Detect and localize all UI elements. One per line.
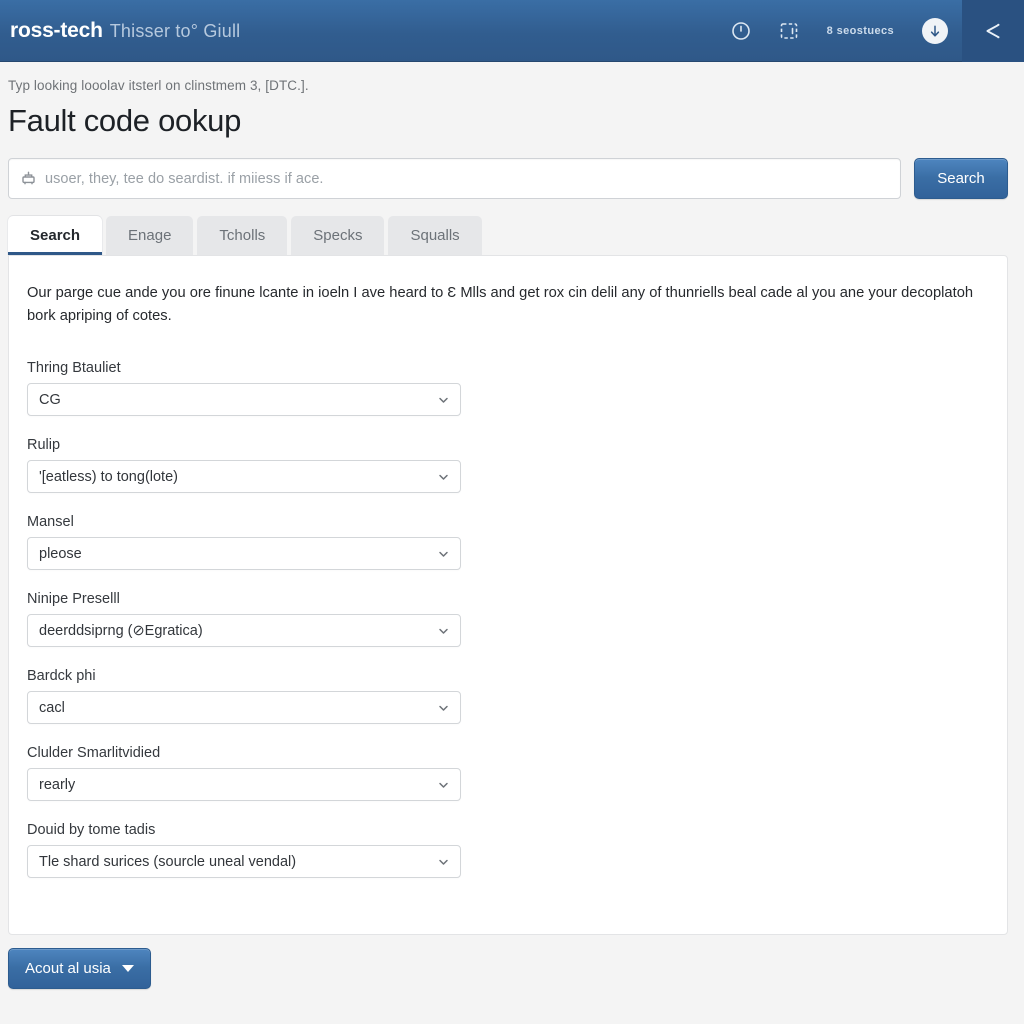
select-thring-btauliet[interactable]: CG (27, 383, 461, 417)
search-placeholder-text: usoer, they, tee do seardist. if miiess … (45, 170, 324, 187)
select-mansel[interactable]: pleose (27, 537, 461, 571)
share-icon (982, 20, 1004, 42)
tab-squalls[interactable]: Squalls (388, 216, 482, 255)
add-circle-icon (922, 18, 948, 44)
field-label: Mansel (27, 514, 74, 531)
select-bardck-phi[interactable]: cacl (27, 691, 461, 725)
search-row: usoer, they, tee do seardist. if miiess … (8, 158, 1008, 199)
session-counter[interactable]: 8 seostuecs (813, 0, 908, 62)
tab-tcholls[interactable]: Tcholls (197, 216, 288, 255)
chevron-down-icon (437, 470, 450, 483)
top-navigation-bar: ross-tech Thisser to° Giull 8 seostuecs (0, 0, 1024, 62)
topbar-tools: 8 seostuecs (717, 0, 1024, 62)
add-button[interactable] (908, 0, 962, 62)
select-value: '[eatless) to tong(lote) (39, 468, 178, 485)
intro-paragraph: Our parge cue ande you ore finune lcante… (27, 285, 974, 325)
tab-enage[interactable]: Enage (106, 216, 194, 255)
field-label: Bardck phi (27, 668, 96, 685)
field-group-bardck-phi: Bardck phi cacl (27, 668, 983, 725)
field-group-douid-by-tome-tadis: Douid by tome tadis Tle shard surices (s… (27, 822, 983, 879)
select-value: rearly (39, 776, 76, 793)
breadcrumb: Typ looking looolav itsterl on clinstmem… (8, 78, 309, 93)
clock-button[interactable] (717, 0, 765, 62)
select-value: CG (39, 391, 61, 408)
chevron-down-icon (437, 701, 450, 714)
select-douid-by-tome-tadis[interactable]: Tle shard surices (sourcle uneal vendal) (27, 845, 461, 879)
brand-subtitle: Thisser to° Giull (109, 21, 241, 41)
share-button[interactable] (962, 0, 1024, 62)
select-ninipe-preselll[interactable]: deerddsiprng (⊘Egratica) (27, 614, 461, 648)
chevron-down-icon (437, 624, 450, 637)
field-label: Ninipe Preselll (27, 591, 120, 608)
chevron-down-icon (437, 547, 450, 560)
chevron-down-icon (437, 393, 450, 406)
field-group-rulip: Rulip '[eatless) to tong(lote) (27, 437, 983, 494)
field-group-ninipe-preselll: Ninipe Preselll deerddsiprng (⊘Egratica) (27, 591, 983, 648)
search-input[interactable]: usoer, they, tee do seardist. if miiess … (8, 158, 901, 199)
field-label: Douid by tome tadis (27, 822, 156, 839)
clock-icon (731, 21, 751, 41)
field-group-mansel: Mansel pleose (27, 514, 983, 571)
search-button[interactable]: Search (914, 158, 1008, 199)
select-clulder-smarlitvidied[interactable]: rearly (27, 768, 461, 802)
brand-name: ross-tech (10, 19, 103, 42)
footer-area: Acout al usia (8, 948, 1024, 989)
session-counter-label: 8 seostuecs (826, 25, 894, 37)
account-action-label: Acout al usia (25, 960, 111, 977)
tab-bar: Search Enage Tcholls Specks Squalls (8, 216, 1024, 255)
select-value: pleose (39, 545, 82, 562)
page-title: Fault code ookup (8, 103, 242, 138)
field-label: Clulder Smarlitvidied (27, 745, 161, 762)
tab-search[interactable]: Search (8, 216, 103, 255)
field-group-thring-btauliet: Thring Btauliet CG (27, 360, 983, 417)
chevron-down-icon (437, 778, 450, 791)
select-value: cacl (39, 699, 65, 716)
content-panel: Our parge cue ande you ore finune lcante… (8, 255, 1008, 935)
brand-block[interactable]: ross-tech Thisser to° Giull (0, 19, 240, 43)
field-group-clulder-smarlitvidied: Clulder Smarlitvidied rearly (27, 745, 983, 802)
lookup-form: Thring Btauliet CG Rulip '[eatless) to t… (27, 360, 983, 879)
select-rulip[interactable]: '[eatless) to tong(lote) (27, 460, 461, 494)
chevron-down-icon (437, 855, 450, 868)
field-label: Rulip (27, 437, 61, 454)
tab-specks[interactable]: Specks (291, 216, 385, 255)
vehicle-icon (21, 171, 36, 186)
scan-frame-icon (779, 21, 799, 41)
select-value: deerddsiprng (⊘Egratica) (39, 622, 203, 639)
field-label: Thring Btauliet (27, 360, 121, 377)
account-action-button[interactable]: Acout al usia (8, 948, 151, 989)
select-value: Tle shard surices (sourcle uneal vendal) (39, 853, 297, 870)
page-body: Typ looking looolav itsterl on clinstmem… (0, 62, 1024, 989)
caret-down-icon (121, 965, 134, 972)
scan-button[interactable] (765, 0, 813, 62)
